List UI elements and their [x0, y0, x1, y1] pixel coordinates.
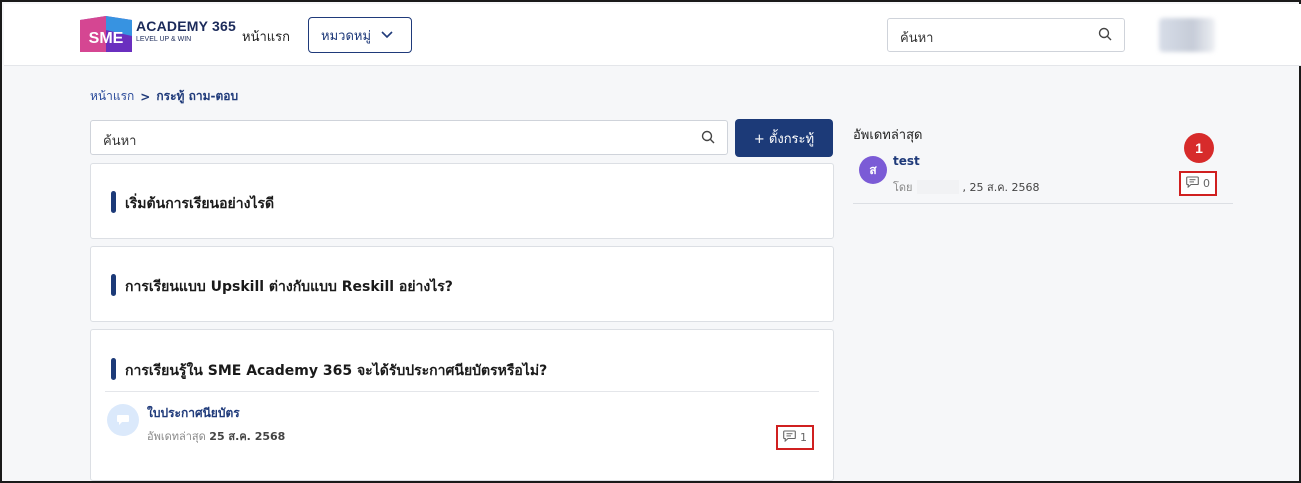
- sme-logo-icon: SME: [80, 16, 132, 52]
- topic-card[interactable]: การเรียนแบบ Upskill ต่างกับแบบ Reskill อ…: [90, 246, 834, 322]
- latest-update-date: , 25 ส.ค. 2568: [962, 181, 1040, 194]
- logo-subtitle: LEVEL UP & WIN: [136, 36, 192, 43]
- search-icon[interactable]: [1098, 27, 1112, 45]
- annotation-badge: 1: [1184, 133, 1214, 163]
- subtopic-meta: อัพเดทล่าสุด 25 ส.ค. 2568: [147, 427, 285, 445]
- topic-accent-bar: [111, 191, 116, 213]
- latest-update-title[interactable]: test: [893, 154, 920, 168]
- author-label: โดย: [893, 181, 913, 194]
- subtopic-meta-date: 25 ส.ค. 2568: [209, 430, 286, 443]
- logo-title: ACADEMY 365: [136, 18, 236, 34]
- category-dropdown[interactable]: หมวดหมู่: [308, 17, 412, 53]
- topic-title[interactable]: การเรียนรู้ใน SME Academy 365 จะได้รับปร…: [125, 360, 547, 382]
- latest-update-meta: โดย , 25 ส.ค. 2568: [893, 178, 1040, 196]
- nav-home-link[interactable]: หน้าแรก: [242, 26, 290, 47]
- latest-update-item[interactable]: ส test โดย , 25 ส.ค. 2568: [853, 148, 1233, 204]
- category-label: หมวดหมู่: [321, 28, 372, 44]
- topic-accent-bar: [111, 358, 116, 380]
- header-search-placeholder: ค้นหา: [900, 31, 934, 46]
- comment-count-value: 0: [1203, 177, 1210, 190]
- comment-icon: [783, 430, 796, 445]
- chevron-down-icon: [381, 28, 393, 42]
- topic-card[interactable]: การเรียนรู้ใน SME Academy 365 จะได้รับปร…: [90, 329, 834, 481]
- topic-accent-bar: [111, 274, 116, 296]
- breadcrumb: หน้าแรก > กระทู้ ถาม-ตอบ: [90, 87, 238, 106]
- latest-updates-title: อัพเดทล่าสุด: [853, 128, 923, 143]
- logo[interactable]: SME ACADEMY 365 LEVEL UP & WIN: [78, 16, 238, 56]
- user-avatar: ส: [859, 156, 887, 184]
- breadcrumb-separator: >: [140, 89, 151, 104]
- subtopic-title[interactable]: ใบประกาศนียบัตร: [147, 404, 240, 423]
- comment-icon: [1186, 176, 1199, 191]
- top-bar: SME ACADEMY 365 LEVEL UP & WIN หน้าแรก ห…: [4, 4, 1301, 66]
- topic-title[interactable]: เริ่มต้นการเรียนอย่างไรดี: [125, 193, 274, 215]
- header-search-input[interactable]: ค้นหา: [887, 18, 1125, 52]
- chat-bubble-icon: [107, 404, 139, 436]
- comment-count: 1: [776, 425, 814, 450]
- topic-search-input[interactable]: ค้นหา: [90, 120, 728, 155]
- divider: [105, 391, 819, 392]
- user-avatar[interactable]: [1159, 18, 1215, 52]
- search-icon[interactable]: [701, 130, 715, 148]
- comment-count: 0: [1179, 171, 1217, 196]
- topic-title[interactable]: การเรียนแบบ Upskill ต่างกับแบบ Reskill อ…: [125, 276, 453, 298]
- comment-count-value: 1: [800, 431, 807, 444]
- svg-text:SME: SME: [89, 30, 124, 47]
- topic-search-placeholder: ค้นหา: [103, 134, 137, 149]
- breadcrumb-current: กระทู้ ถาม-ตอบ: [156, 89, 239, 103]
- new-topic-button[interactable]: + ตั้งกระทู้: [735, 119, 833, 157]
- page-frame: SME ACADEMY 365 LEVEL UP & WIN หน้าแรก ห…: [0, 0, 1301, 483]
- topic-card[interactable]: เริ่มต้นการเรียนอย่างไรดี: [90, 163, 834, 239]
- redacted-author: [916, 180, 959, 194]
- breadcrumb-home[interactable]: หน้าแรก: [90, 87, 134, 106]
- subtopic-meta-label: อัพเดทล่าสุด: [147, 430, 206, 443]
